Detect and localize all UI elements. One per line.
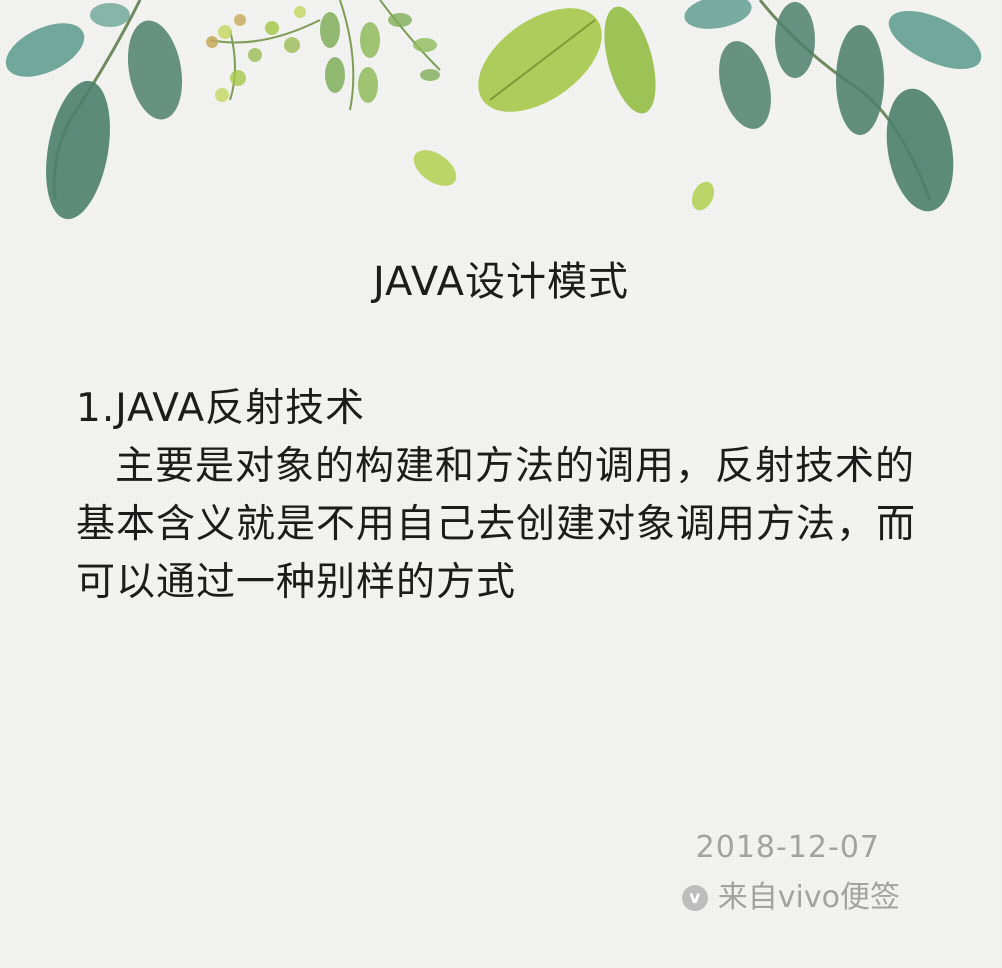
vivo-logo-icon: v bbox=[681, 885, 708, 911]
left-leaf-branch bbox=[5, 0, 183, 220]
note-heading: 1.JAVA反射技术 bbox=[76, 386, 366, 431]
note-body-paragraph: 主要是对象的构建和方法的调用，反射技术的基本含义就是不用自己去创建对象调用方法，… bbox=[76, 444, 917, 605]
note-source-label: 来自vivo便签 bbox=[717, 880, 900, 915]
watercolor-leaves-decoration bbox=[5, 0, 982, 220]
center-left-sprigs bbox=[206, 0, 441, 111]
note-title: JAVA设计模式 bbox=[372, 259, 630, 305]
right-leaf-branch bbox=[684, 0, 982, 212]
note-date: 2018-12-07 bbox=[695, 830, 880, 865]
note-source: v 来自vivo便签 bbox=[681, 876, 900, 920]
note-content: 1.JAVA反射技术 主要是对象的构建和方法的调用，反射技术的基本含义就是不用自… bbox=[76, 380, 916, 612]
center-lime-leaves bbox=[413, 6, 715, 211]
